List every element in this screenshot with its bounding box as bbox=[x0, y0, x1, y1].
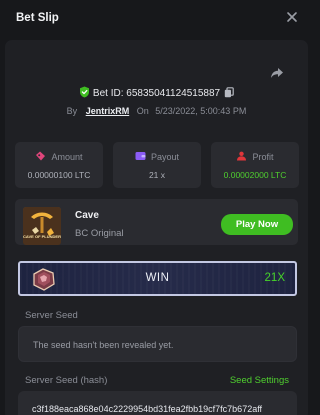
server-seed-field: The seed hasn't been revealed yet. bbox=[18, 326, 297, 362]
profit-value: 0.00002000 LTC bbox=[223, 170, 287, 180]
result-banner: WIN 21X bbox=[18, 261, 297, 296]
server-seed-hash-field[interactable]: c3f188eaca868e04c2229954bd31fea2fbb19cf7… bbox=[18, 391, 297, 415]
bet-id: Bet ID: 65835041124515887 bbox=[92, 88, 221, 99]
pickaxe-icon bbox=[23, 207, 61, 245]
payout-card: Payout 21 x bbox=[113, 142, 201, 188]
game-provider: BC Original bbox=[75, 228, 124, 239]
amount-value: 0.00000100 LTC bbox=[27, 170, 91, 180]
bet-author-row: By JentrixRM On 5/23/2022, 5:00:43 PM bbox=[5, 106, 308, 116]
amount-label: Amount bbox=[51, 152, 83, 162]
server-seed-hash-value: c3f188eaca868e04c2229954bd31fea2fbb19cf7… bbox=[32, 404, 263, 414]
profit-label: Profit bbox=[252, 152, 274, 162]
on-label: On bbox=[136, 106, 149, 116]
amount-card: Amount 0.00000100 LTC bbox=[15, 142, 103, 188]
game-card: CAVE OF PLUNDER Cave BC Original Play No… bbox=[15, 199, 298, 245]
game-thumbnail[interactable]: CAVE OF PLUNDER bbox=[23, 207, 61, 245]
ticket-icon bbox=[36, 151, 46, 161]
profit-card: Profit 0.00002000 LTC bbox=[211, 142, 299, 188]
people-icon bbox=[237, 151, 247, 161]
result-multiplier: 21X bbox=[264, 272, 285, 284]
server-seed-value: The seed hasn't been revealed yet. bbox=[33, 340, 174, 350]
by-label: By bbox=[66, 106, 78, 116]
game-thumbnail-caption: CAVE OF PLUNDER bbox=[23, 234, 61, 239]
bet-date: 5/23/2022, 5:00:43 PM bbox=[155, 106, 247, 116]
bet-slip-panel: Bet ID: 65835041124515887 By JentrixRM O… bbox=[5, 40, 308, 415]
bet-id-row: Bet ID: 65835041124515887 bbox=[5, 86, 308, 99]
page-title: Bet Slip bbox=[16, 12, 59, 24]
result-label: WIN bbox=[145, 272, 170, 284]
share-icon[interactable] bbox=[270, 67, 284, 79]
wallet-icon bbox=[135, 152, 146, 160]
play-now-button[interactable]: Play Now bbox=[221, 214, 293, 235]
payout-value: 21 x bbox=[148, 170, 166, 180]
close-icon[interactable] bbox=[285, 10, 299, 24]
game-name: Cave bbox=[75, 210, 99, 221]
payout-label: Payout bbox=[150, 152, 180, 162]
copy-icon[interactable] bbox=[224, 87, 234, 98]
shield-check-icon bbox=[79, 86, 89, 98]
seed-settings-link[interactable]: Seed Settings bbox=[230, 375, 289, 386]
server-seed-label: Server Seed bbox=[25, 310, 78, 321]
header: Bet Slip bbox=[0, 0, 313, 38]
username-link[interactable]: JentrixRM bbox=[86, 106, 130, 116]
server-seed-hash-label: Server Seed (hash) bbox=[25, 375, 108, 386]
